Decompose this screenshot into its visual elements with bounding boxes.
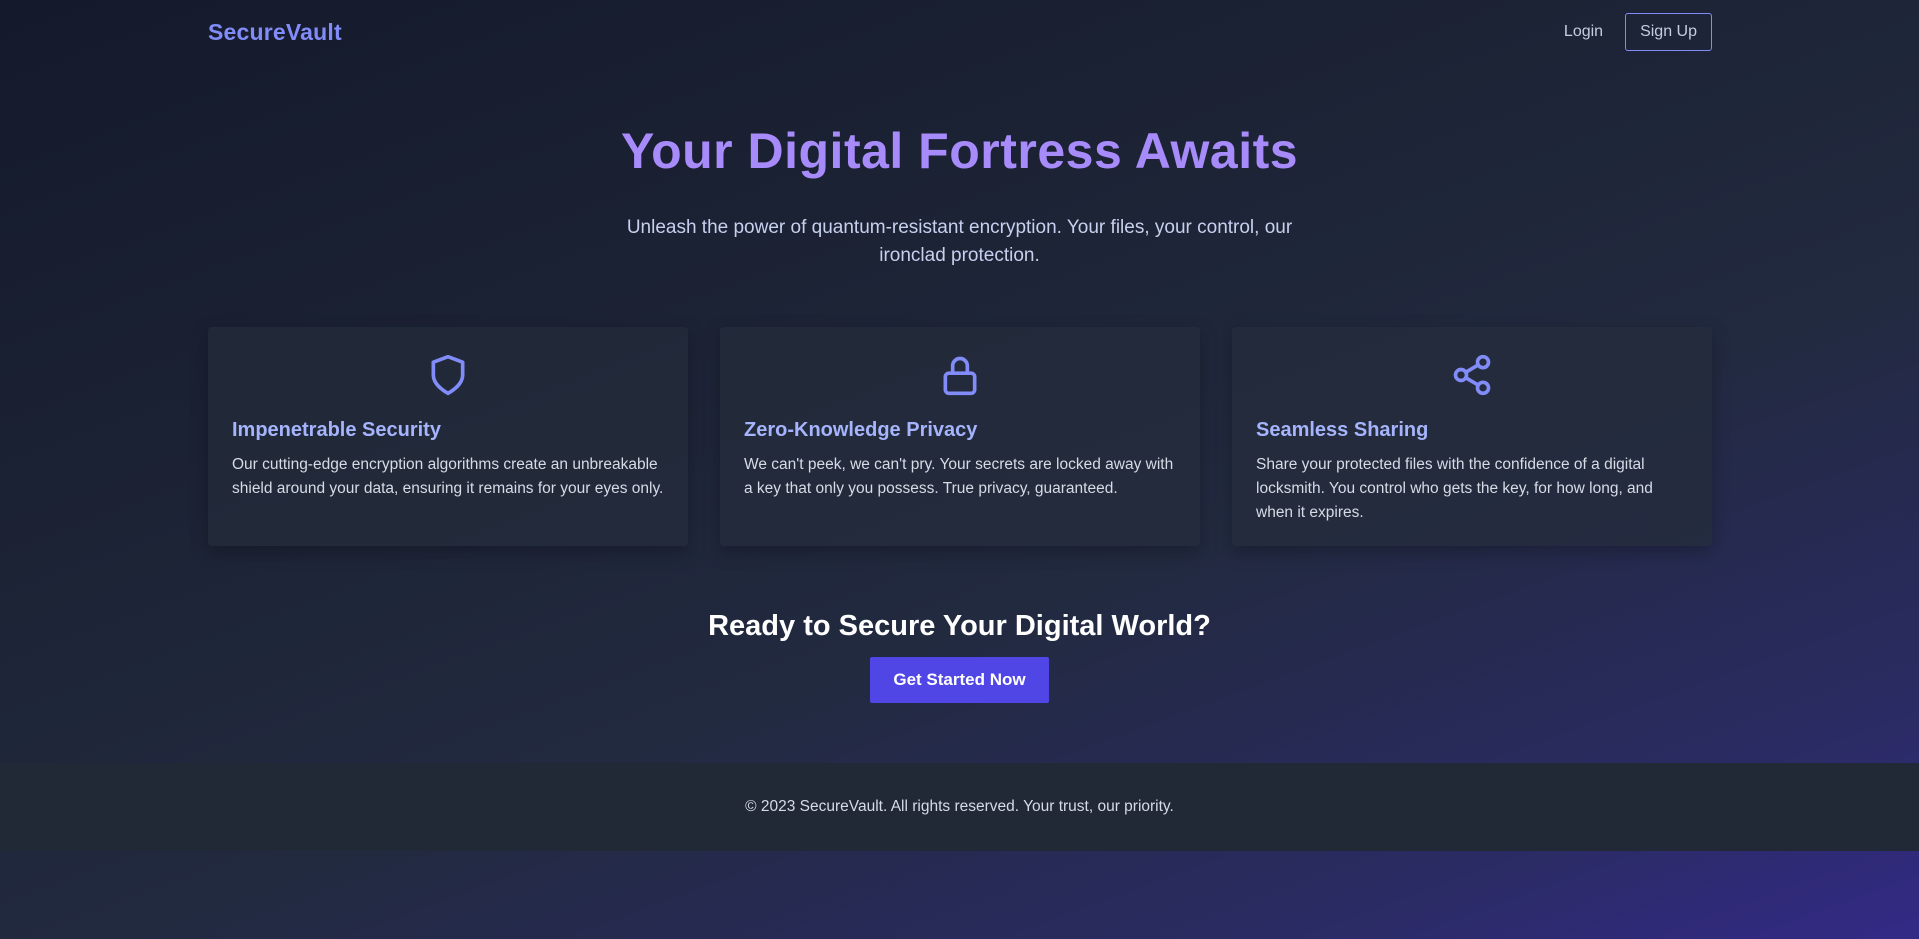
- feature-card-sharing: Seamless Sharing Share your protected fi…: [1232, 327, 1712, 546]
- copyright-text: © 2023 SecureVault. All rights reserved.…: [745, 798, 1174, 815]
- footer: © 2023 SecureVault. All rights reserved.…: [0, 763, 1919, 851]
- hero-section: Your Digital Fortress Awaits Unleash the…: [0, 122, 1919, 270]
- top-nav: SecureVault Login Sign Up: [208, 0, 1712, 64]
- share-icon: [1453, 354, 1491, 396]
- hero-subtitle: Unleash the power of quantum-resistant e…: [626, 217, 1293, 266]
- lock-icon: [943, 356, 977, 396]
- feature-text: Share your protected files with the conf…: [1256, 456, 1653, 521]
- cta-title: Ready to Secure Your Digital World?: [708, 610, 1211, 642]
- feature-text: Our cutting-edge encryption algorithms c…: [232, 456, 664, 497]
- features-section: Impenetrable Security Our cutting-edge e…: [208, 327, 1712, 546]
- feature-title: Zero-Knowledge Privacy: [744, 419, 978, 441]
- signup-button[interactable]: Sign Up: [1625, 13, 1712, 51]
- get-started-button[interactable]: Get Started Now: [870, 657, 1049, 703]
- login-link[interactable]: Login: [1564, 23, 1603, 41]
- brand-logo[interactable]: SecureVault: [208, 19, 342, 46]
- feature-card-security: Impenetrable Security Our cutting-edge e…: [208, 327, 688, 546]
- nav-actions: Login Sign Up: [1564, 13, 1712, 51]
- feature-title: Impenetrable Security: [232, 419, 441, 441]
- feature-card-privacy: Zero-Knowledge Privacy We can't peek, we…: [720, 327, 1200, 546]
- hero-title: Your Digital Fortress Awaits: [620, 123, 1299, 179]
- feature-title: Seamless Sharing: [1256, 419, 1429, 441]
- feature-text: We can't peek, we can't pry. Your secret…: [744, 456, 1174, 497]
- shield-icon: [431, 354, 465, 396]
- cta-section: Ready to Secure Your Digital World? Get …: [0, 610, 1919, 703]
